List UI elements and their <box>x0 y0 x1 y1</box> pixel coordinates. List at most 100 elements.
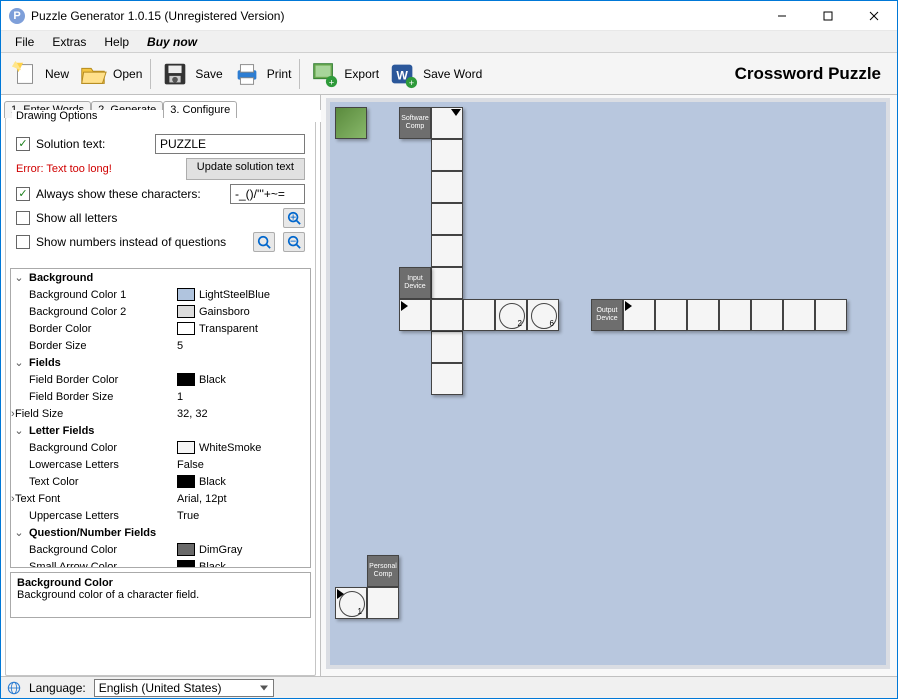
letter-cell[interactable] <box>655 299 687 331</box>
maximize-button[interactable] <box>805 1 851 31</box>
drawing-options-group: Drawing Options Solution text: PUZZLE Er… <box>5 117 316 676</box>
save-word-label: Save Word <box>423 67 482 81</box>
prop-bg-color-1[interactable]: Background Color 1LightSteelBlue <box>11 286 310 303</box>
letter-cell[interactable] <box>431 331 463 363</box>
letter-cell[interactable] <box>751 299 783 331</box>
show-numbers-label: Show numbers instead of questions <box>36 235 226 249</box>
export-label: Export <box>344 67 379 81</box>
menubar: File Extras Help Buy now <box>1 31 897 53</box>
image-cell[interactable] <box>335 107 367 139</box>
prop-lowercase[interactable]: Lowercase LettersFalse <box>11 456 310 473</box>
zoom-reset-button[interactable] <box>253 232 275 252</box>
close-button[interactable] <box>851 1 897 31</box>
show-all-letters-checkbox[interactable] <box>16 211 30 225</box>
solution-text-label: Solution text: <box>36 137 105 151</box>
prop-border-size[interactable]: Border Size5 <box>11 337 310 354</box>
letter-cell[interactable] <box>719 299 751 331</box>
page-title: Crossword Puzzle <box>735 64 891 84</box>
prop-text-font[interactable]: ›Text FontArial, 12pt <box>11 490 310 507</box>
clue-software-comp[interactable]: Software Comp <box>399 107 431 139</box>
letter-cell[interactable]: 6 <box>527 299 559 331</box>
clue-personal-comp[interactable]: Personal Comp <box>367 555 399 587</box>
letter-cell[interactable] <box>431 363 463 395</box>
open-button[interactable]: Open <box>75 56 144 92</box>
toolbar: New Open Save Print + Export W+ Save Wor… <box>1 53 897 95</box>
save-button[interactable]: Save <box>157 56 224 92</box>
prop-cat-letter-fields[interactable]: ⌄Letter Fields <box>11 422 310 439</box>
prop-uppercase[interactable]: Uppercase LettersTrue <box>11 507 310 524</box>
toolbar-sep <box>299 59 300 89</box>
show-numbers-checkbox[interactable] <box>16 235 30 249</box>
prop-field-border-color[interactable]: Field Border ColorBlack <box>11 371 310 388</box>
prop-letter-bg[interactable]: Background ColorWhiteSmoke <box>11 439 310 456</box>
prop-border-color[interactable]: Border ColorTransparent <box>11 320 310 337</box>
menu-help[interactable]: Help <box>96 33 137 51</box>
update-solution-button[interactable]: Update solution text <box>186 158 305 180</box>
solution-text-checkbox[interactable] <box>16 137 30 151</box>
always-show-label: Always show these characters: <box>36 187 201 201</box>
save-icon <box>159 58 191 90</box>
export-button[interactable]: + Export <box>306 56 381 92</box>
left-pane: 1. Enter Words 2. Generate 3. Configure … <box>1 95 321 676</box>
prop-cat-question[interactable]: ⌄Question/Number Fields <box>11 524 310 541</box>
print-button[interactable]: Print <box>229 56 294 92</box>
tab-configure[interactable]: 3. Configure <box>163 101 237 118</box>
propdesc-text: Background color of a character field. <box>17 589 304 601</box>
zoom-out-button[interactable] <box>283 232 305 252</box>
letter-cell[interactable] <box>431 203 463 235</box>
status-bar: Language: English (United States) <box>1 676 897 698</box>
error-text: Error: Text too long! <box>16 163 112 175</box>
letter-cell[interactable] <box>815 299 847 331</box>
save-label: Save <box>195 67 222 81</box>
titlebar: P Puzzle Generator 1.0.15 (Unregistered … <box>1 1 897 31</box>
letter-cell[interactable] <box>463 299 495 331</box>
menu-file[interactable]: File <box>7 33 42 51</box>
zoom-in-button[interactable] <box>283 208 305 228</box>
puzzle-canvas[interactable]: Software Comp Input Device 2 6 Output De… <box>321 95 897 676</box>
letter-cell[interactable] <box>431 171 463 203</box>
prop-cat-background[interactable]: ⌄Background <box>11 269 310 286</box>
letter-cell[interactable] <box>399 299 431 331</box>
letter-cell[interactable] <box>431 267 463 299</box>
language-select[interactable]: English (United States) <box>94 679 274 697</box>
letter-cell[interactable] <box>367 587 399 619</box>
letter-cell[interactable] <box>431 139 463 171</box>
letter-cell[interactable]: 1 <box>335 587 367 619</box>
new-icon <box>9 58 41 90</box>
language-label: Language: <box>29 681 86 695</box>
print-label: Print <box>267 67 292 81</box>
save-word-button[interactable]: W+ Save Word <box>385 56 484 92</box>
always-show-checkbox[interactable] <box>16 187 30 201</box>
letter-cell[interactable] <box>431 299 463 331</box>
letter-cell[interactable] <box>623 299 655 331</box>
letter-cell[interactable] <box>431 235 463 267</box>
app-icon: P <box>9 8 25 24</box>
prop-bg-color-2[interactable]: Background Color 2Gainsboro <box>11 303 310 320</box>
prop-arrow-color[interactable]: Small Arrow ColorBlack <box>11 558 310 567</box>
solution-text-input[interactable]: PUZZLE <box>155 134 305 154</box>
svg-text:+: + <box>329 77 334 87</box>
prop-field-border-size[interactable]: Field Border Size1 <box>11 388 310 405</box>
letter-cell[interactable] <box>431 107 463 139</box>
menu-buy-now[interactable]: Buy now <box>139 33 205 51</box>
new-label: New <box>45 67 69 81</box>
open-icon <box>77 58 109 90</box>
new-button[interactable]: New <box>7 56 71 92</box>
clue-input-device[interactable]: Input Device <box>399 267 431 299</box>
letter-cell[interactable]: 2 <box>495 299 527 331</box>
prop-text-color[interactable]: Text ColorBlack <box>11 473 310 490</box>
always-show-input[interactable]: -_()/'''+~= <box>230 184 305 204</box>
prop-question-bg[interactable]: Background ColorDimGray <box>11 541 310 558</box>
open-label: Open <box>113 67 142 81</box>
clue-output-device[interactable]: Output Device <box>591 299 623 331</box>
export-icon: + <box>308 58 340 90</box>
menu-extras[interactable]: Extras <box>44 33 94 51</box>
prop-field-size[interactable]: ›Field Size32, 32 <box>11 405 310 422</box>
prop-cat-fields[interactable]: ⌄Fields <box>11 354 310 371</box>
letter-cell[interactable] <box>687 299 719 331</box>
svg-text:+: + <box>409 78 414 88</box>
word-icon: W+ <box>387 58 419 90</box>
minimize-button[interactable] <box>759 1 805 31</box>
letter-cell[interactable] <box>783 299 815 331</box>
property-grid[interactable]: ⌄Background Background Color 1LightSteel… <box>10 268 311 568</box>
